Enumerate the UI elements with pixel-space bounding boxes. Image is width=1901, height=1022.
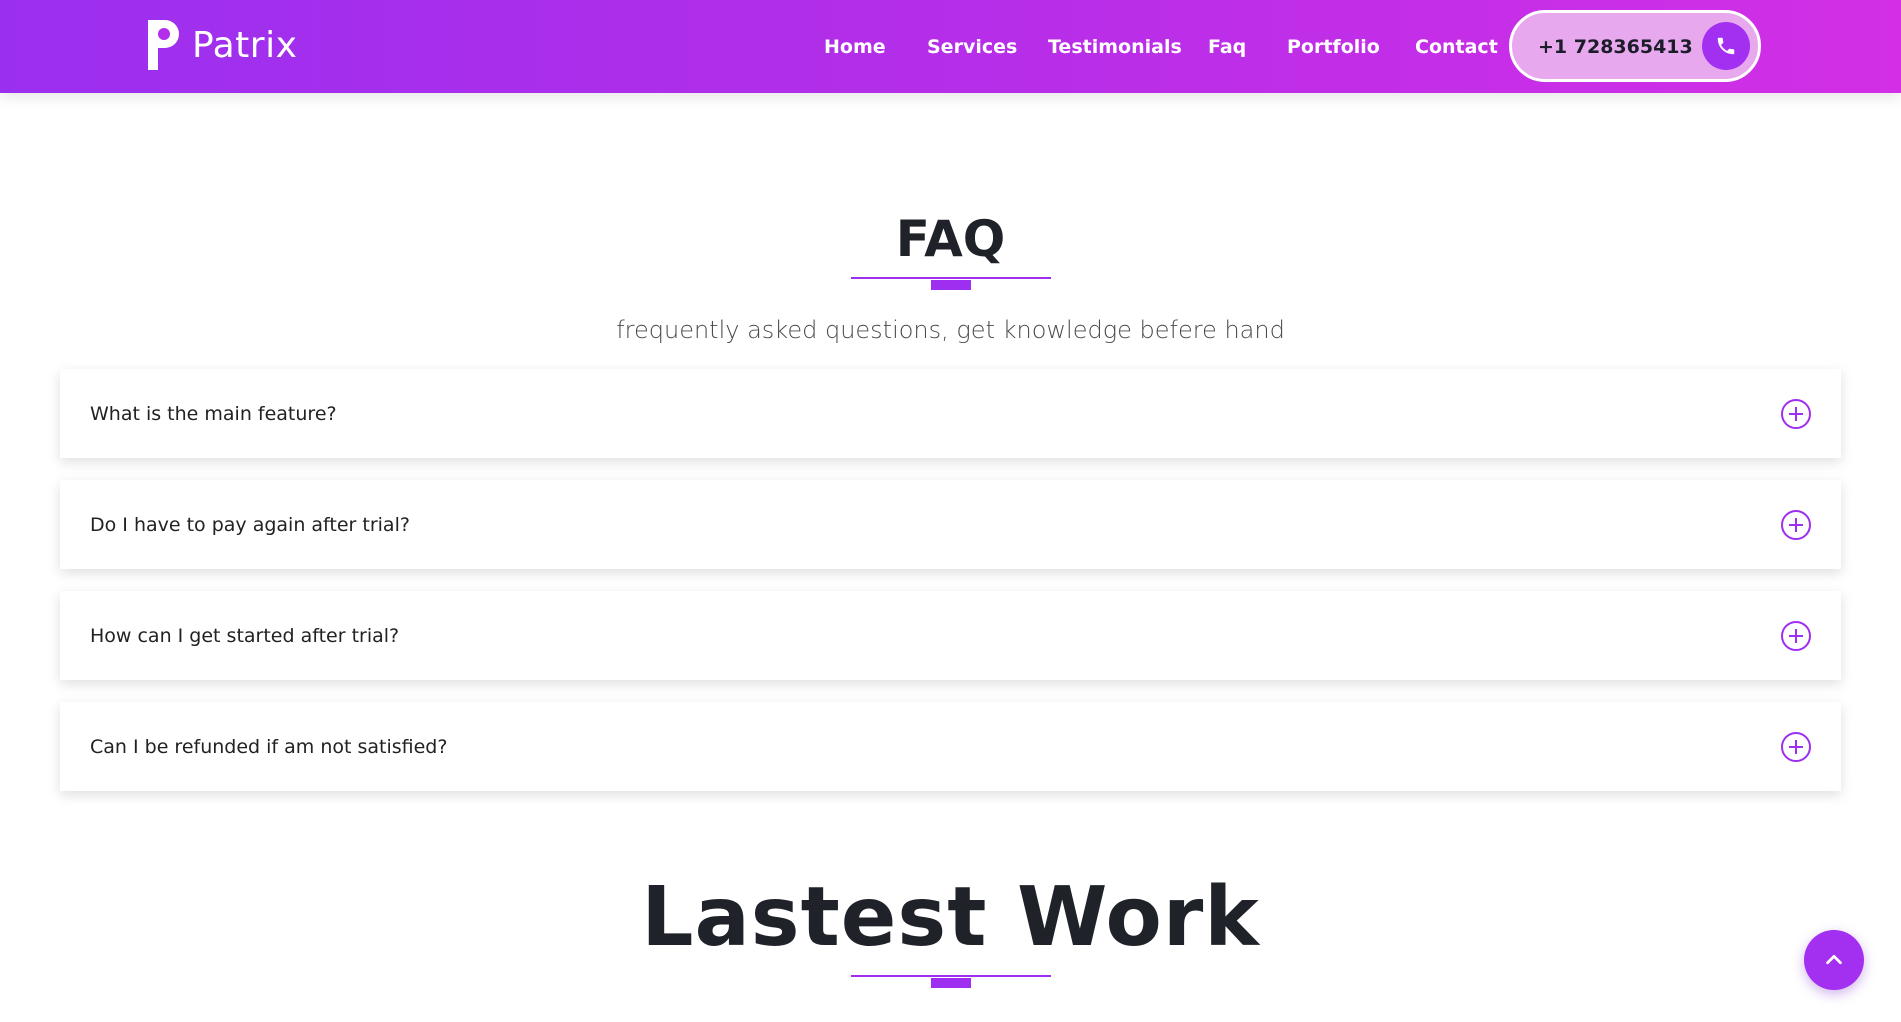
site-header: Patrix Home Services Testimonials Faq Po…	[0, 0, 1901, 93]
faq-item[interactable]: How can I get started after trial?	[60, 591, 1841, 680]
nav-contact-link[interactable]: Contact	[1415, 34, 1498, 60]
faq-question: How can I get started after trial?	[90, 625, 400, 647]
plus-circle-icon[interactable]	[1780, 620, 1812, 652]
faq-title-underline-accent	[931, 280, 971, 290]
nav-services-link[interactable]: Services	[927, 34, 1017, 60]
faq-title: FAQ	[895, 210, 1006, 268]
faq-question: Can I be refunded if am not satisfied?	[90, 736, 448, 758]
plus-circle-icon[interactable]	[1780, 398, 1812, 430]
faq-question: Do I have to pay again after trial?	[90, 514, 410, 536]
phone-number: +1 728365413	[1538, 36, 1693, 58]
chevron-up-icon	[1826, 954, 1842, 965]
plus-circle-icon[interactable]	[1780, 509, 1812, 541]
faq-item[interactable]: Do I have to pay again after trial?	[60, 480, 1841, 569]
nav-home-link[interactable]: Home	[824, 34, 886, 60]
phone-call-button[interactable]: +1 728365413	[1509, 10, 1761, 82]
back-to-top-button[interactable]	[1804, 930, 1864, 990]
plus-circle-icon[interactable]	[1780, 731, 1812, 763]
phone-icon	[1702, 22, 1750, 70]
latest-work-title-underline	[851, 975, 1051, 977]
nav-testimonials-link[interactable]: Testimonials	[1048, 34, 1182, 60]
nav-portfolio-link[interactable]: Portfolio	[1287, 34, 1380, 60]
latest-work-title: Lastest Work	[641, 870, 1260, 965]
faq-item[interactable]: Can I be refunded if am not satisfied?	[60, 702, 1841, 791]
faq-question: What is the main feature?	[90, 403, 337, 425]
faq-subtitle: frequently asked questions, get knowledg…	[616, 316, 1285, 344]
faq-title-underline	[851, 277, 1051, 279]
latest-work-title-underline-accent	[931, 978, 971, 988]
faq-item[interactable]: What is the main feature?	[60, 369, 1841, 458]
nav-faq-link[interactable]: Faq	[1208, 34, 1246, 60]
